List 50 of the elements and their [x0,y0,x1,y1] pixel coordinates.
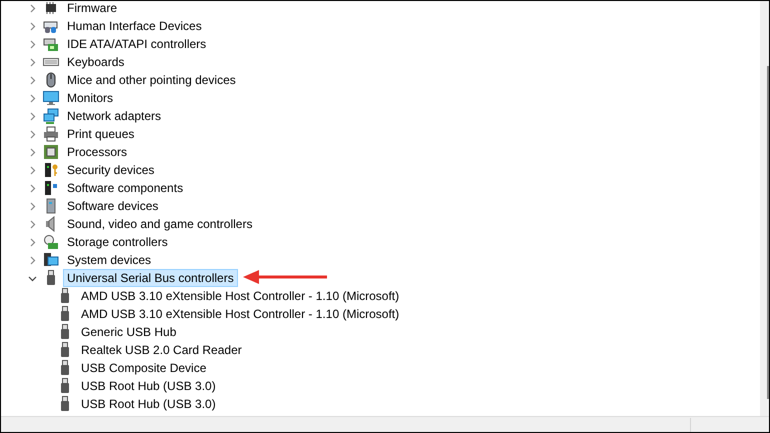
device-item[interactable]: AMD USB 3.10 eXtensible Host Controller - 1.10 (Microsoft) [77,287,404,305]
processor-icon [43,144,59,160]
collapse-chevron-icon[interactable] [28,274,37,282]
device-category[interactable]: Firmware [63,1,121,17]
computer-icon [43,252,59,268]
device-category[interactable]: Network adapters [63,107,166,125]
monitor-icon [43,90,59,106]
storage-controller-icon [43,234,59,250]
expand-chevron-icon[interactable] [28,256,37,264]
device-category[interactable]: Sound, video and game controllers [63,215,256,233]
device-category[interactable]: IDE ATA/ATAPI controllers [63,35,210,53]
expand-chevron-icon[interactable] [28,112,37,120]
drive-controller-icon [43,36,59,52]
device-item[interactable]: AMD USB 3.10 eXtensible Host Controller - 1.10 (Microsoft) [77,305,404,323]
device-item[interactable]: Generic USB Hub [77,323,180,341]
expand-chevron-icon[interactable] [28,4,37,12]
device-item[interactable]: USB Root Hub (USB 3.0) [77,377,220,395]
expand-chevron-icon[interactable] [28,40,37,48]
device-category[interactable]: System devices [63,251,156,269]
device-category[interactable]: Monitors [63,89,118,107]
device-category[interactable]: Security devices [63,161,158,179]
device-item[interactable]: USB Root Hub (USB 3.0) [77,395,220,413]
device-item[interactable]: Realtek USB 2.0 Card Reader [77,341,246,359]
device-category[interactable]: Processors [63,143,132,161]
expand-chevron-icon[interactable] [28,184,37,192]
device-category[interactable]: Software components [63,179,188,197]
scrollbar-thumb[interactable] [767,66,769,399]
device-category[interactable]: Mice and other pointing devices [63,71,240,89]
printer-icon [43,126,59,142]
device-item[interactable]: USB Composite Device [77,359,210,377]
device-category[interactable]: Print queues [63,125,138,143]
device-category[interactable]: Keyboards [63,53,128,71]
chip-icon [43,1,59,16]
expand-chevron-icon[interactable] [28,22,37,30]
expand-chevron-icon[interactable] [28,148,37,156]
device-category[interactable]: Universal Serial Bus controllers [63,269,238,287]
expand-chevron-icon[interactable] [28,238,37,246]
expand-chevron-icon[interactable] [28,76,37,84]
device-category[interactable]: Human Interface Devices [63,17,206,35]
tower-and-key-icon [43,162,59,178]
scrollbar[interactable] [760,1,769,416]
expand-chevron-icon[interactable] [28,130,37,138]
device-category[interactable]: Storage controllers [63,233,172,251]
device-category[interactable]: Software devices [63,197,162,215]
expand-chevron-icon[interactable] [28,202,37,210]
expand-chevron-icon[interactable] [28,58,37,66]
expand-chevron-icon[interactable] [28,220,37,228]
network-computers-icon [43,108,59,124]
expand-chevron-icon[interactable] [28,94,37,102]
expand-chevron-icon[interactable] [28,166,37,174]
